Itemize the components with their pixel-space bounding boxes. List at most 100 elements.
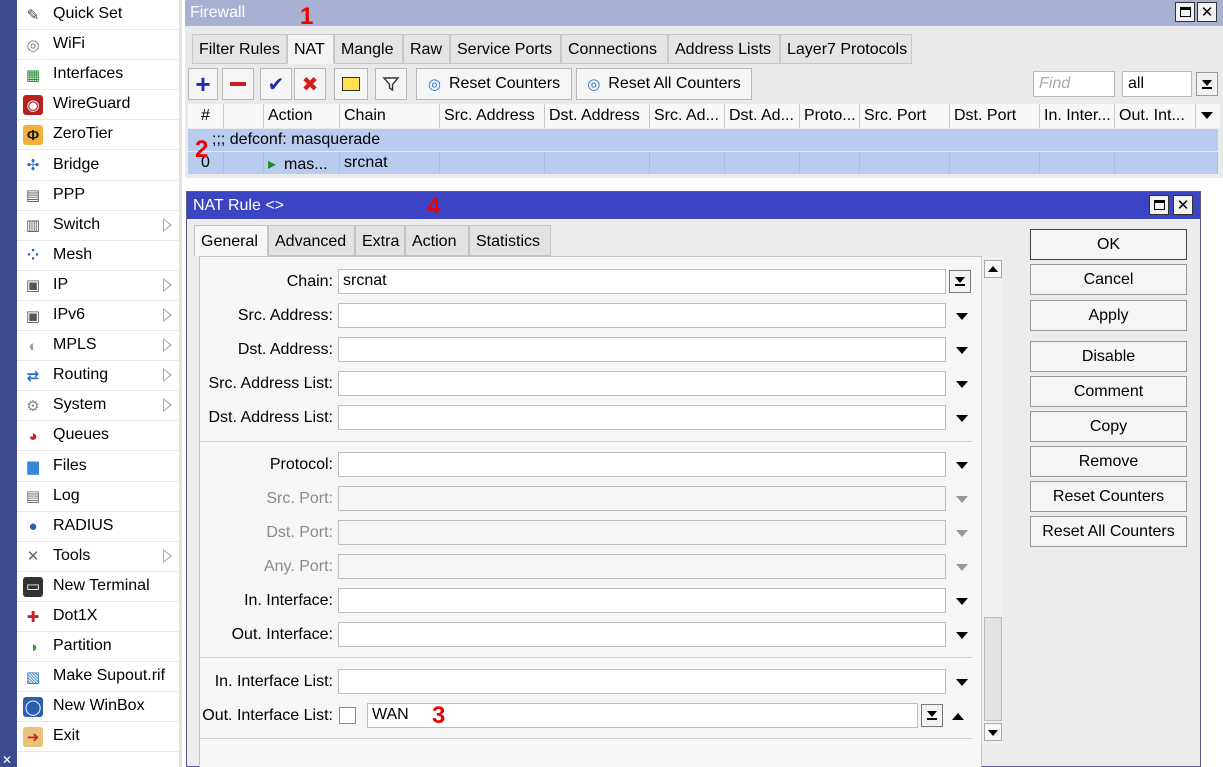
column-header[interactable]: [224, 104, 264, 128]
maximize-button[interactable]: [1149, 195, 1169, 215]
out-interface-list-collapse-icon[interactable]: [952, 713, 964, 720]
menu-item-exit[interactable]: ➜ Exit: [17, 722, 180, 753]
add-button[interactable]: +: [188, 68, 218, 100]
tab-layer7-protocols[interactable]: Layer7 Protocols: [780, 34, 912, 64]
menu-item-wireguard[interactable]: ◉ WireGuard: [17, 90, 180, 121]
column-header[interactable]: Chain: [340, 104, 440, 128]
cancel-button[interactable]: Cancel: [1030, 264, 1187, 295]
menu-item-ipv6[interactable]: ▣ IPv6: [17, 301, 180, 331]
menu-item-ip[interactable]: ▣ IP: [17, 271, 180, 301]
menu-item-ppp[interactable]: ▤ PPP: [17, 181, 180, 211]
dst-address-dropdown-icon[interactable]: [956, 347, 968, 354]
ok-button[interactable]: OK: [1030, 229, 1187, 260]
remove-button[interactable]: Remove: [1030, 446, 1187, 477]
menu-item-system[interactable]: ⚙ System: [17, 391, 180, 422]
tab-action[interactable]: Action: [405, 225, 469, 256]
tab-filter-rules[interactable]: Filter Rules: [192, 34, 287, 64]
tab-mangle[interactable]: Mangle: [334, 34, 403, 64]
column-header[interactable]: Dst. Port: [950, 104, 1040, 128]
remove-button[interactable]: [222, 68, 254, 100]
menu-item-quick-set[interactable]: ✎ Quick Set: [17, 0, 180, 30]
column-header[interactable]: Dst. Ad...: [725, 104, 800, 128]
menu-item-make-supout-rif[interactable]: ▧ Make Supout.rif: [17, 662, 180, 693]
comment-button[interactable]: [334, 68, 368, 100]
column-header[interactable]: Dst. Address: [545, 104, 650, 128]
reset-counters-button[interactable]: ◎ Reset Counters: [416, 68, 572, 100]
menu-item-new-winbox[interactable]: ◯ New WinBox: [17, 692, 180, 723]
in-interface-list-dropdown-icon[interactable]: [956, 679, 968, 686]
menu-item-partition[interactable]: ◑ Partition: [17, 632, 180, 663]
reset-counters-button[interactable]: Reset Counters: [1030, 481, 1187, 512]
menu-item-interfaces[interactable]: ▦ Interfaces: [17, 60, 180, 91]
filter-select[interactable]: all: [1122, 71, 1192, 97]
menu-item-routing[interactable]: ⇄ Routing: [17, 361, 180, 392]
comment-row[interactable]: ;;; defconf: masquerade: [188, 129, 1218, 151]
find-input[interactable]: Find: [1033, 71, 1115, 97]
comment-button[interactable]: Comment: [1030, 376, 1187, 407]
tab-raw[interactable]: Raw: [403, 34, 450, 64]
menu-item-new-terminal[interactable]: ▭ New Terminal: [17, 572, 180, 602]
protocol-dropdown-icon[interactable]: [956, 462, 968, 469]
menu-item-log[interactable]: ▤ Log: [17, 482, 180, 512]
column-header[interactable]: Src. Port: [860, 104, 950, 128]
menu-item-switch[interactable]: ▥ Switch: [17, 211, 180, 241]
column-header[interactable]: Src. Address: [440, 104, 545, 128]
src-address-list-dropdown-icon[interactable]: [956, 381, 968, 388]
enable-button[interactable]: ✔: [260, 68, 292, 100]
table-row[interactable]: 0 ▸ mas... srcnat: [188, 152, 1218, 174]
maximize-button[interactable]: [1175, 2, 1195, 22]
src-address-list-input[interactable]: [338, 371, 946, 396]
src-address-dropdown-icon[interactable]: [956, 313, 968, 320]
menu-item-queues[interactable]: ◕ Queues: [17, 421, 180, 452]
out-interface-input[interactable]: [338, 622, 946, 647]
tab-address-lists[interactable]: Address Lists: [668, 34, 780, 64]
tab-advanced[interactable]: Advanced: [268, 225, 355, 256]
in-interface-dropdown-icon[interactable]: [956, 598, 968, 605]
column-header[interactable]: Proto...: [800, 104, 860, 128]
tab-connections[interactable]: Connections: [561, 34, 668, 64]
column-header[interactable]: Out. Int...: [1115, 104, 1196, 128]
tab-service-ports[interactable]: Service Ports: [450, 34, 561, 64]
menu-item-mesh[interactable]: ⁘ Mesh: [17, 241, 180, 271]
out-interface-list-negate-checkbox[interactable]: [339, 707, 356, 724]
reset-all-counters-button[interactable]: Reset All Counters: [1030, 516, 1187, 547]
copy-button[interactable]: Copy: [1030, 411, 1187, 442]
in-interface-input[interactable]: [338, 588, 946, 613]
chain-input[interactable]: srcnat: [338, 269, 946, 294]
menu-item-bridge[interactable]: ✣ Bridge: [17, 151, 180, 181]
filter-select-dropdown[interactable]: [1196, 72, 1218, 96]
close-button[interactable]: ✕: [1173, 195, 1193, 215]
tab-statistics[interactable]: Statistics: [469, 225, 551, 256]
disable-button[interactable]: ✖: [294, 68, 326, 100]
out-interface-dropdown-icon[interactable]: [956, 632, 968, 639]
menu-item-radius[interactable]: ● RADIUS: [17, 512, 180, 542]
close-button[interactable]: ✕: [1197, 2, 1217, 22]
chain-dropdown-button[interactable]: [949, 270, 971, 293]
scroll-up-button[interactable]: [984, 260, 1002, 278]
reset-all-counters-button[interactable]: ◎ Reset All Counters: [576, 68, 752, 100]
scroll-thumb[interactable]: [984, 617, 1002, 721]
menu-item-files[interactable]: ▆ Files: [17, 452, 180, 482]
menu-item-tools[interactable]: ✕ Tools: [17, 542, 180, 572]
apply-button[interactable]: Apply: [1030, 300, 1187, 331]
tab-extra[interactable]: Extra: [355, 225, 405, 256]
menu-item-zerotier[interactable]: Φ ZeroTier: [17, 120, 180, 151]
src-address-input[interactable]: [338, 303, 946, 328]
column-header[interactable]: #: [188, 104, 224, 128]
tab-nat[interactable]: NAT: [287, 34, 334, 64]
dst-address-list-input[interactable]: [338, 405, 946, 430]
out-interface-list-dropdown-button[interactable]: [921, 704, 943, 727]
dst-address-input[interactable]: [338, 337, 946, 362]
scroll-down-button[interactable]: [984, 723, 1002, 741]
in-interface-list-input[interactable]: [338, 669, 946, 694]
column-header[interactable]: In. Inter...: [1040, 104, 1115, 128]
menu-item-mpls[interactable]: ◐ MPLS: [17, 331, 180, 362]
protocol-input[interactable]: [338, 452, 946, 477]
column-menu-button[interactable]: [1196, 104, 1220, 128]
dst-address-list-dropdown-icon[interactable]: [956, 415, 968, 422]
disable-button[interactable]: Disable: [1030, 341, 1187, 372]
filter-button[interactable]: [375, 68, 407, 100]
menu-item-dot1x[interactable]: ✚ Dot1X: [17, 602, 180, 632]
column-header[interactable]: Action: [264, 104, 340, 128]
form-scrollbar[interactable]: [981, 257, 1003, 745]
